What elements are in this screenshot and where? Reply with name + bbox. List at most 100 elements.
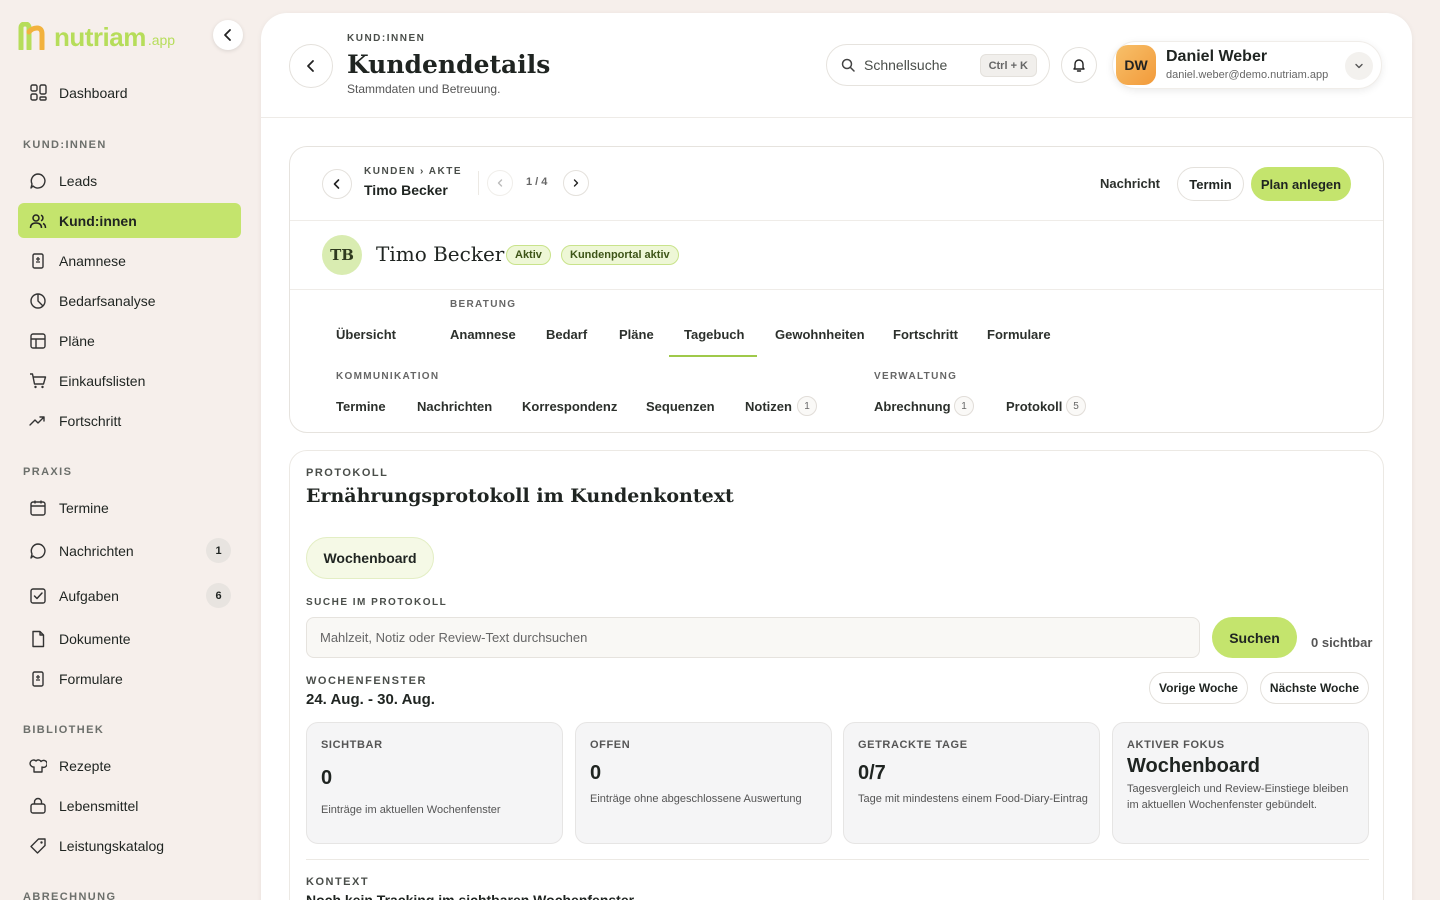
view-toggle-wochenboard[interactable]: Wochenboard xyxy=(306,537,434,579)
tab-abrechnung[interactable]: Abrechnung xyxy=(874,399,951,414)
active-tab-indicator xyxy=(669,355,757,357)
portal-badge: Kundenportal aktiv xyxy=(561,245,679,265)
page-subtitle: Stammdaten und Betreuung. xyxy=(347,82,501,96)
protocol-search-label: SUCHE IM PROTOKOLL xyxy=(306,597,448,608)
notifications-button[interactable] xyxy=(1061,47,1097,83)
next-client-button[interactable] xyxy=(563,170,589,196)
protocol-search-input[interactable] xyxy=(306,617,1200,658)
stat-description: Einträge im aktuellen Wochenfenster xyxy=(321,804,501,816)
tab-fortschritt[interactable]: Fortschritt xyxy=(893,327,958,342)
divider xyxy=(290,289,1383,290)
sidebar-item-label: Leistungskatalog xyxy=(59,837,165,854)
clipboard-icon xyxy=(29,252,47,270)
user-menu-toggle[interactable] xyxy=(1345,52,1373,80)
search-button[interactable]: Suchen xyxy=(1212,617,1297,658)
brand-logo[interactable]: nutriam .app xyxy=(18,20,175,50)
sidebar-item-anamnese[interactable]: Anamnese xyxy=(18,243,241,278)
tab-notizen[interactable]: Notizen xyxy=(745,399,792,414)
page-eyebrow: KUND:INNEN xyxy=(347,33,426,44)
sidebar-item-label: Lebensmittel xyxy=(59,797,139,814)
tab-plaene[interactable]: Pläne xyxy=(619,327,654,342)
sidebar-item-fortschritt[interactable]: Fortschritt xyxy=(18,403,241,438)
user-name: Daniel Weber xyxy=(1166,48,1268,65)
quick-search-label: Schnellsuche xyxy=(864,57,948,73)
tab-sequenzen[interactable]: Sequenzen xyxy=(646,399,715,414)
user-menu[interactable]: DW Daniel Weber daniel.weber@demo.nutria… xyxy=(1112,41,1382,89)
sidebar-section-abrechnung: ABRECHNUNG xyxy=(23,891,117,900)
stat-card-aktiver-fokus: AKTIVER FOKUS Wochenboard Tagesvergleich… xyxy=(1112,722,1369,844)
calendar-icon xyxy=(29,499,47,517)
stat-label: OFFEN xyxy=(590,739,631,751)
divider xyxy=(290,220,1383,221)
send-message-button[interactable]: Nachricht xyxy=(1100,176,1160,191)
tab-protokoll[interactable]: Protokoll xyxy=(1006,399,1062,414)
sidebar-item-aufgaben[interactable]: Aufgaben 6 xyxy=(18,578,241,613)
sidebar-item-label: Dashboard xyxy=(59,84,128,101)
tab-termine[interactable]: Termine xyxy=(336,399,386,414)
sidebar-item-einkaufslisten[interactable]: Einkaufslisten xyxy=(18,363,241,398)
sidebar-item-dashboard[interactable]: Dashboard xyxy=(18,75,241,110)
sidebar-item-termine[interactable]: Termine xyxy=(18,490,241,525)
context-title: Noch kein Tracking im sichtbaren Wochenf… xyxy=(306,892,635,900)
appointment-button[interactable]: Termin xyxy=(1177,167,1244,201)
visible-count: 0 sichtbar xyxy=(1311,635,1373,650)
back-button[interactable] xyxy=(289,44,333,88)
tab-bedarf[interactable]: Bedarf xyxy=(546,327,587,342)
notes-count-badge: 1 xyxy=(797,396,817,416)
chat-bubble-icon xyxy=(29,172,47,190)
page-title: Kundendetails xyxy=(347,50,551,79)
stat-card-getrackte-tage: GETRACKTE TAGE 0/7 Tage mit mindestens e… xyxy=(843,722,1100,844)
sidebar-item-plaene[interactable]: Pläne xyxy=(18,323,241,358)
billing-count-badge: 1 xyxy=(954,396,974,416)
collapse-sidebar-button[interactable] xyxy=(213,20,243,50)
avatar: DW xyxy=(1116,45,1156,85)
chevron-left-icon xyxy=(333,179,340,189)
previous-client-button[interactable] xyxy=(487,170,513,196)
chat-bubble-icon xyxy=(29,542,47,560)
stat-value: Wochenboard xyxy=(1127,755,1260,777)
sidebar-item-label: Rezepte xyxy=(59,757,112,774)
create-plan-button[interactable]: Plan anlegen xyxy=(1251,167,1351,201)
tab-korrespondenz[interactable]: Korrespondenz xyxy=(522,399,617,414)
back-to-list-button[interactable] xyxy=(322,169,352,199)
tab-formulare[interactable]: Formulare xyxy=(987,327,1051,342)
tag-icon xyxy=(29,837,47,855)
tab-uebersicht[interactable]: Übersicht xyxy=(336,327,396,342)
sidebar-item-dokumente[interactable]: Dokumente xyxy=(18,621,241,656)
sidebar-item-kunden[interactable]: Kund:innen xyxy=(18,203,241,238)
sidebar-item-nachrichten[interactable]: Nachrichten 1 xyxy=(18,533,241,568)
sidebar-item-label: Aufgaben xyxy=(59,587,119,604)
table-icon xyxy=(29,332,47,350)
chevron-right-icon xyxy=(573,179,579,187)
trending-up-icon xyxy=(29,412,47,430)
clipboard-icon xyxy=(29,670,47,688)
sidebar-item-label: Einkaufslisten xyxy=(59,372,146,389)
sidebar-item-leistungskatalog[interactable]: Leistungskatalog xyxy=(18,828,241,863)
client-name: Timo Becker xyxy=(376,242,505,266)
chef-hat-icon xyxy=(29,757,47,775)
protocol-title: Ernährungsprotokoll im Kundenkontext xyxy=(306,485,734,507)
search-icon xyxy=(841,58,855,72)
tab-gewohnheiten[interactable]: Gewohnheiten xyxy=(775,327,865,342)
sidebar-item-leads[interactable]: Leads xyxy=(18,163,241,198)
tab-nachrichten[interactable]: Nachrichten xyxy=(417,399,492,414)
sidebar-item-rezepte[interactable]: Rezepte xyxy=(18,748,241,783)
week-window-label: WOCHENFENSTER xyxy=(306,675,427,687)
checkbox-icon xyxy=(29,587,47,605)
stat-description: Tagesvergleich und Review-Einstiege blei… xyxy=(1127,783,1349,811)
quick-search[interactable]: Schnellsuche Ctrl + K xyxy=(826,44,1050,86)
protocol-card: PROTOKOLL Ernährungsprotokoll im Kundenk… xyxy=(289,450,1384,900)
tab-anamnese[interactable]: Anamnese xyxy=(450,327,516,342)
task-count-badge: 6 xyxy=(206,583,231,608)
client-pager: 1 / 4 xyxy=(526,176,548,188)
sidebar-item-bedarfsanalyse[interactable]: Bedarfsanalyse xyxy=(18,283,241,318)
sidebar-item-lebensmittel[interactable]: Lebensmittel xyxy=(18,788,241,823)
sidebar-item-formulare[interactable]: Formulare xyxy=(18,661,241,696)
tab-tagebuch[interactable]: Tagebuch xyxy=(684,327,744,342)
next-week-button[interactable]: Nächste Woche xyxy=(1260,672,1369,704)
stat-value: 0/7 xyxy=(858,762,886,784)
nutriam-logo-icon xyxy=(18,22,45,50)
client-header-card: KUNDEN › AKTE Timo Becker 1 / 4 Nachrich… xyxy=(289,146,1384,433)
tab-group-verwaltung: VERWALTUNG xyxy=(874,371,958,382)
previous-week-button[interactable]: Vorige Woche xyxy=(1149,672,1248,704)
